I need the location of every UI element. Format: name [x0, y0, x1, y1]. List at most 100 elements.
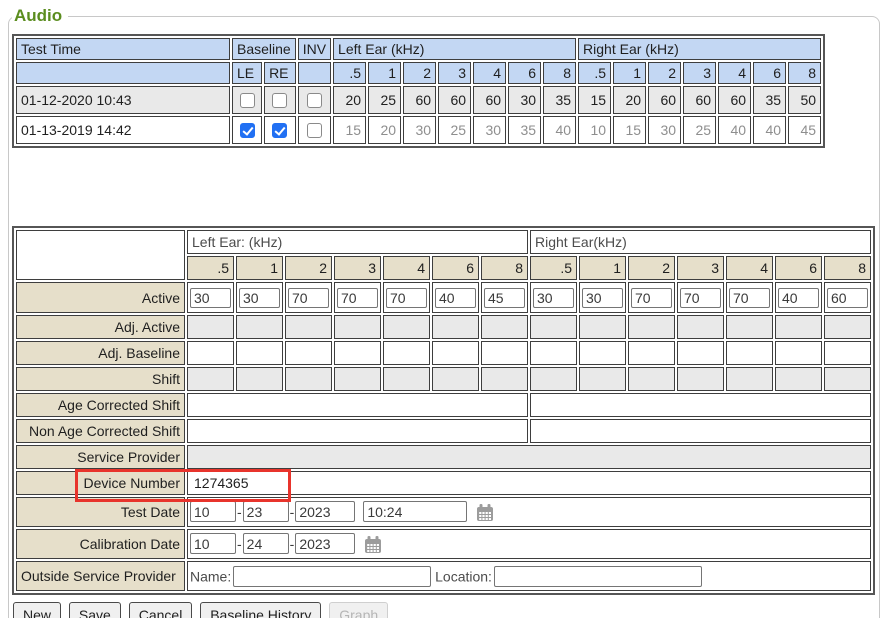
active-threshold-input[interactable]: [582, 288, 623, 308]
active-threshold-input[interactable]: [337, 288, 378, 308]
freq-header: 2: [285, 256, 332, 280]
freq-header: 6: [432, 256, 479, 280]
age-corrected-shift-left-cell: [187, 393, 528, 417]
threshold-cell: 35: [753, 86, 786, 114]
freq-header: 4: [718, 62, 751, 84]
active-threshold-input[interactable]: [288, 288, 329, 308]
shift-cell: [432, 367, 479, 391]
freq-header: 3: [334, 256, 381, 280]
col-header-left-ear: Left Ear (kHz): [333, 38, 576, 60]
active-threshold-input[interactable]: [435, 288, 476, 308]
col-header-baseline: Baseline: [232, 38, 296, 60]
threshold-cell: 35: [508, 116, 541, 144]
freq-header: 8: [788, 62, 821, 84]
freq-header: 3: [683, 62, 716, 84]
adj-active-cell: [677, 315, 724, 339]
active-threshold-input[interactable]: [190, 288, 231, 308]
threshold-cell: 60: [648, 86, 681, 114]
freq-header: 2: [628, 256, 675, 280]
adj-active-cell: [432, 315, 479, 339]
test-time-input[interactable]: [363, 501, 467, 522]
save-button[interactable]: Save: [69, 602, 121, 618]
threshold-cell: 30: [403, 116, 436, 144]
threshold-cell: 60: [718, 86, 751, 114]
active-threshold-input[interactable]: [533, 288, 574, 308]
freq-header: .5: [530, 256, 577, 280]
audio-section: Audio Test Time Baseline INV Left Ear (k…: [8, 6, 880, 618]
row-label-test-date: Test Date: [16, 497, 185, 527]
adj-baseline-cell: [481, 341, 528, 365]
active-threshold-input[interactable]: [239, 288, 280, 308]
threshold-cell: 60: [473, 86, 506, 114]
history-row: 01-13-2019 14:42 15 20 30 25 30 35 40 10…: [16, 116, 821, 144]
threshold-cell: 30: [473, 116, 506, 144]
adj-baseline-cell: [775, 341, 822, 365]
baseline-history-button[interactable]: Baseline History: [200, 602, 321, 618]
freq-header: 2: [648, 62, 681, 84]
shift-cell: [383, 367, 430, 391]
freq-header: 6: [508, 62, 541, 84]
adj-active-cell: [383, 315, 430, 339]
active-threshold-input[interactable]: [680, 288, 721, 308]
freq-header: 1: [368, 62, 401, 84]
row-label-shift: Shift: [16, 367, 185, 391]
cancel-button[interactable]: Cancel: [129, 602, 193, 618]
test-date-year-input[interactable]: [295, 501, 355, 522]
threshold-cell: 15: [333, 116, 366, 144]
new-button[interactable]: New: [13, 602, 61, 618]
inv-checkbox[interactable]: [307, 93, 322, 108]
threshold-cell: 25: [683, 116, 716, 144]
test-date-day-input[interactable]: [243, 501, 289, 522]
baseline-re-checkbox[interactable]: [272, 93, 287, 108]
adj-baseline-cell: [236, 341, 283, 365]
freq-header: .5: [333, 62, 366, 84]
active-threshold-input[interactable]: [729, 288, 770, 308]
outside-provider-name-input[interactable]: [233, 566, 431, 587]
entry-header-empty: [16, 230, 185, 280]
threshold-cell: 25: [438, 116, 471, 144]
row-label-device-number: Device Number: [16, 471, 185, 495]
threshold-cell: 50: [788, 86, 821, 114]
threshold-cell: 20: [368, 116, 401, 144]
baseline-le-checkbox[interactable]: [240, 123, 255, 138]
freq-header: .5: [187, 256, 234, 280]
active-threshold-input[interactable]: [827, 288, 868, 308]
calendar-icon[interactable]: [363, 535, 383, 555]
freq-header: .5: [578, 62, 611, 84]
service-provider-cell: [187, 445, 871, 469]
adj-baseline-cell: [383, 341, 430, 365]
baseline-re-checkbox[interactable]: [272, 123, 287, 138]
active-threshold-input[interactable]: [631, 288, 672, 308]
row-label-active: Active: [16, 282, 185, 313]
age-corrected-shift-right-cell: [530, 393, 871, 417]
active-threshold-input[interactable]: [386, 288, 427, 308]
adj-active-cell: [579, 315, 626, 339]
shift-cell: [824, 367, 871, 391]
non-age-corrected-shift-left-cell: [187, 419, 528, 443]
threshold-cell: 40: [543, 116, 576, 144]
entry-header-left-ear: Left Ear: (kHz): [187, 230, 528, 254]
threshold-cell: 60: [438, 86, 471, 114]
col-subheader-empty: [298, 62, 331, 84]
adj-active-cell: [236, 315, 283, 339]
threshold-cell: 10: [578, 116, 611, 144]
calibration-date-day-input[interactable]: [243, 533, 289, 554]
calibration-date-month-input[interactable]: [190, 533, 236, 554]
adj-baseline-cell: [726, 341, 773, 365]
calibration-date-year-input[interactable]: [295, 533, 355, 554]
col-header-le: LE: [232, 62, 262, 84]
freq-header: 1: [236, 256, 283, 280]
baseline-le-checkbox[interactable]: [240, 93, 255, 108]
freq-header: 2: [403, 62, 436, 84]
freq-header: 1: [579, 256, 626, 280]
inv-checkbox[interactable]: [307, 123, 322, 138]
audio-history-table: Test Time Baseline INV Left Ear (kHz) Ri…: [12, 34, 825, 148]
outside-provider-location-input[interactable]: [494, 566, 702, 587]
calendar-icon[interactable]: [475, 503, 495, 523]
adj-baseline-cell: [677, 341, 724, 365]
active-threshold-input[interactable]: [778, 288, 819, 308]
test-date-month-input[interactable]: [190, 501, 236, 522]
action-button-row: New Save Cancel Baseline History Graph: [13, 602, 875, 618]
active-threshold-input[interactable]: [484, 288, 525, 308]
adj-active-cell: [334, 315, 381, 339]
